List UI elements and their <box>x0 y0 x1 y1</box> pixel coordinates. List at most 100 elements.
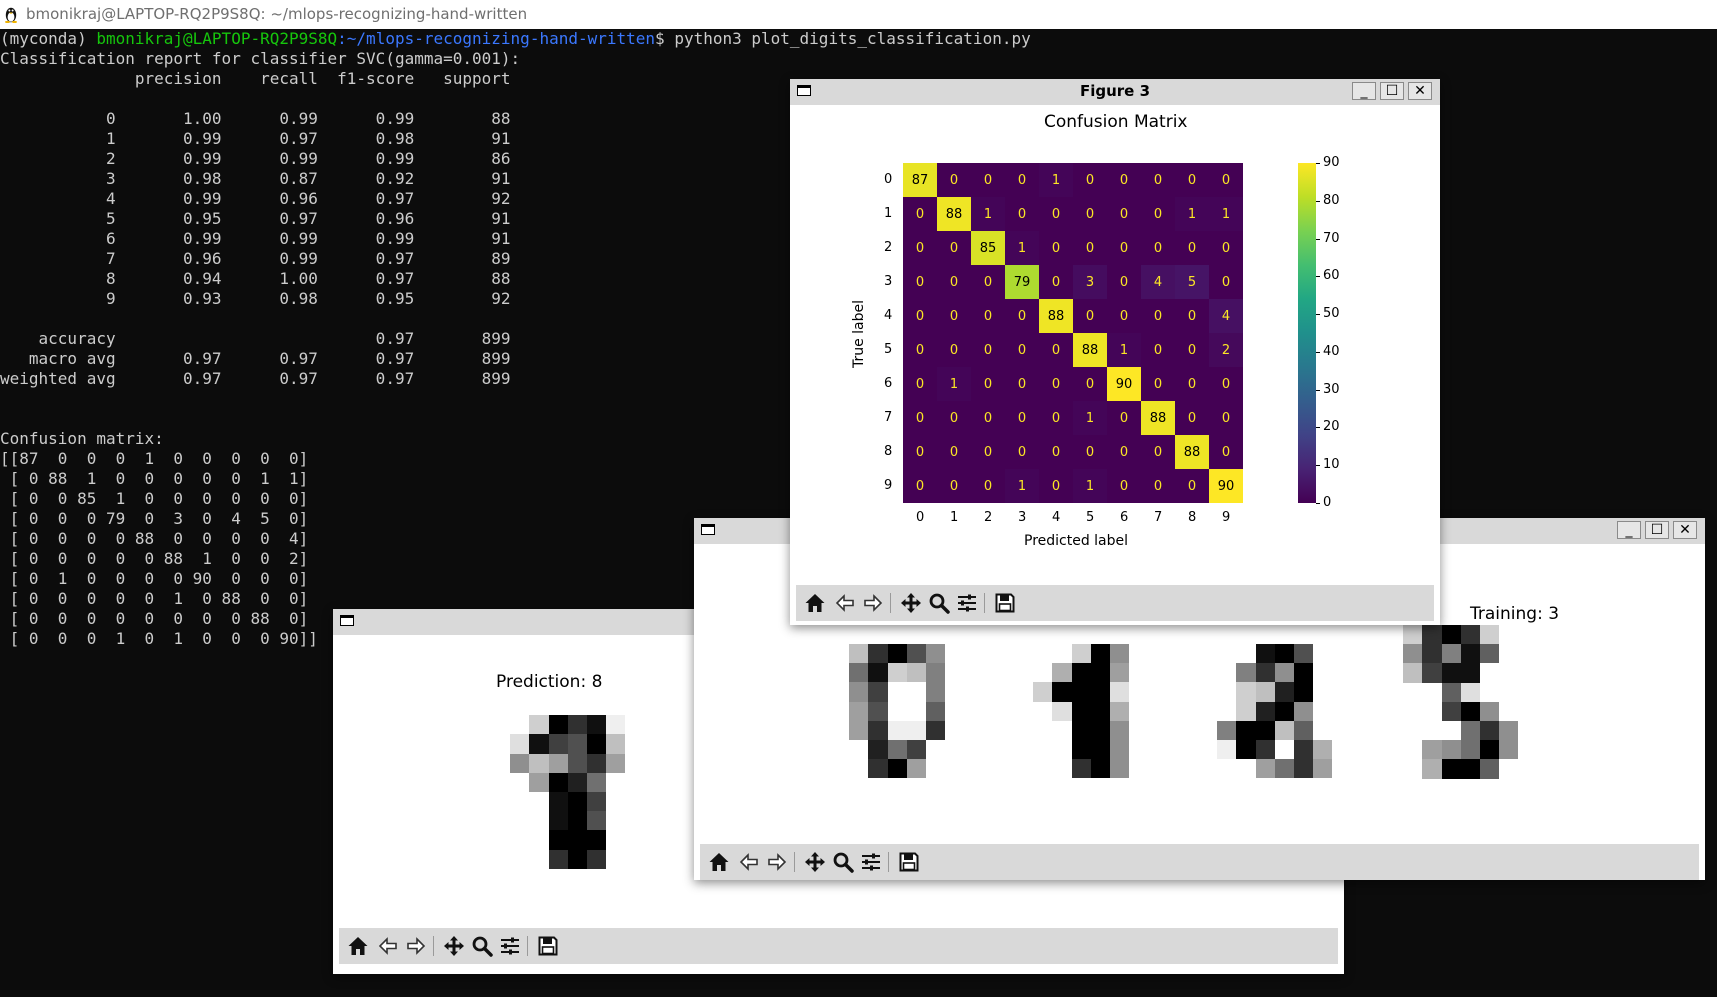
cm-cell: 1 <box>971 197 1005 231</box>
digit-pixel <box>510 753 530 773</box>
cm-cell: 0 <box>1175 163 1209 197</box>
cm-cell: 1 <box>1175 197 1209 231</box>
toolbar-separator <box>527 936 528 956</box>
home-icon[interactable] <box>345 933 371 959</box>
digit-pixel <box>1110 740 1130 760</box>
save-icon[interactable] <box>992 590 1018 616</box>
digit-pixel <box>1090 663 1110 683</box>
figure-canvas[interactable]: Confusion Matrix 87 0 0 0 1 0 0 0 0 0 0 88 1 0 0 0 0 0 1 1 0… <box>796 105 1434 586</box>
minimize-button[interactable]: _ <box>1352 82 1376 100</box>
digit-pixel <box>1441 663 1461 683</box>
back-arrow-icon[interactable] <box>375 933 401 959</box>
cm-cell: 0 <box>1141 435 1175 469</box>
cm-cell: 0 <box>971 367 1005 401</box>
window-icon <box>701 524 715 535</box>
close-button[interactable]: ✕ <box>1673 521 1697 539</box>
digit-pixel <box>1313 759 1333 779</box>
maximize-button[interactable]: ☐ <box>1645 521 1669 539</box>
terminal-titlebar: bmonikraj@LAPTOP-RQ2P9S8Q: ~/mlops-recog… <box>0 0 1717 29</box>
colorbar-tick <box>1316 163 1320 164</box>
digit-pixel <box>1274 720 1294 740</box>
digit-pixel <box>1480 625 1500 645</box>
digit-pixel <box>868 644 888 664</box>
cm-cell: 0 <box>971 469 1005 503</box>
save-icon[interactable] <box>535 933 561 959</box>
maximize-button[interactable]: ☐ <box>1380 82 1404 100</box>
cm-cell: 0 <box>903 367 937 401</box>
home-icon[interactable] <box>706 849 732 875</box>
back-arrow-icon[interactable] <box>832 590 858 616</box>
digit-pixel <box>1460 682 1480 702</box>
pan-icon[interactable] <box>898 590 924 616</box>
digit-pixel <box>1294 720 1314 740</box>
digit-pixel <box>1255 682 1275 702</box>
cm-cell: 85 <box>971 231 1005 265</box>
back-arrow-icon[interactable] <box>736 849 762 875</box>
digit-pixel <box>1441 644 1461 664</box>
y-tick-label: 7 <box>884 410 893 425</box>
cm-cell: 0 <box>1005 163 1039 197</box>
cm-cell: 0 <box>1039 435 1073 469</box>
digit-pixel <box>587 849 607 869</box>
toolbar-separator <box>984 593 985 613</box>
cm-cell: 0 <box>903 231 937 265</box>
digit-pixel <box>906 644 926 664</box>
digit-pixel <box>1294 682 1314 702</box>
cm-cell: 4 <box>1141 265 1175 299</box>
cm-cell: 0 <box>1175 333 1209 367</box>
digit-pixel <box>529 753 549 773</box>
cm-cell: 0 <box>1107 231 1141 265</box>
minimize-button[interactable]: _ <box>1617 521 1641 539</box>
digit-pixel <box>548 734 568 754</box>
cm-cell: 0 <box>1107 401 1141 435</box>
save-icon[interactable] <box>896 849 922 875</box>
configure-subplots-icon[interactable] <box>954 590 980 616</box>
window-titlebar[interactable]: Figure 3 _ ☐ ✕ <box>790 79 1440 105</box>
cm-cell: 0 <box>1039 401 1073 435</box>
digit-pixel <box>587 753 607 773</box>
configure-subplots-icon[interactable] <box>858 849 884 875</box>
cm-cell: 0 <box>1107 299 1141 333</box>
colorbar-tick <box>1316 503 1320 504</box>
configure-subplots-icon[interactable] <box>497 933 523 959</box>
digit-pixel <box>1090 644 1110 664</box>
home-icon[interactable] <box>802 590 828 616</box>
cm-cell: 0 <box>1209 163 1243 197</box>
cm-cell: 88 <box>1175 435 1209 469</box>
confusion-matrix-grid: 87 0 0 0 1 0 0 0 0 0 0 88 1 0 0 0 0 0 1 1 0 0 85 1 0 0 0 0 0 0 0 0 0 79 0 3… <box>903 163 1243 503</box>
y-tick-label: 8 <box>884 444 893 459</box>
digit-pixel <box>849 663 869 683</box>
forward-arrow-icon[interactable] <box>403 933 429 959</box>
zoom-icon[interactable] <box>830 849 856 875</box>
close-button[interactable]: ✕ <box>1408 82 1432 100</box>
terminal-command: python3 plot_digits_classification.py <box>674 29 1031 48</box>
digit-pixel <box>567 830 587 850</box>
digit-pixel <box>1071 720 1091 740</box>
digit-pixel <box>1090 740 1110 760</box>
figure3-window[interactable]: Figure 3 _ ☐ ✕ Confusion Matrix 87 0 0 0 1 0 0… <box>790 79 1440 625</box>
toolbar-separator <box>890 593 891 613</box>
cm-cell: 0 <box>937 333 971 367</box>
forward-arrow-icon[interactable] <box>860 590 886 616</box>
cm-cell: 0 <box>1175 401 1209 435</box>
digit-pixel <box>1217 740 1237 760</box>
y-tick-label: 3 <box>884 274 893 289</box>
cm-cell: 0 <box>1175 231 1209 265</box>
x-axis-label: Predicted label <box>1024 533 1129 549</box>
digit-pixel <box>1071 759 1091 779</box>
zoom-icon[interactable] <box>469 933 495 959</box>
cm-cell: 0 <box>937 163 971 197</box>
colorbar-tick <box>1316 200 1320 202</box>
cm-cell: 0 <box>903 401 937 435</box>
zoom-icon[interactable] <box>926 590 952 616</box>
y-tick-label: 1 <box>884 206 893 221</box>
pan-icon[interactable] <box>802 849 828 875</box>
digit-pixel <box>1236 740 1256 760</box>
cm-cell: 0 <box>1005 367 1039 401</box>
digit-pixel <box>1255 759 1275 779</box>
digit-pixel <box>1274 759 1294 779</box>
pan-icon[interactable] <box>441 933 467 959</box>
digit-pixel <box>548 772 568 792</box>
prompt-user-host: bmonikraj@LAPTOP-RQ2P9S8Q <box>96 29 338 48</box>
forward-arrow-icon[interactable] <box>764 849 790 875</box>
